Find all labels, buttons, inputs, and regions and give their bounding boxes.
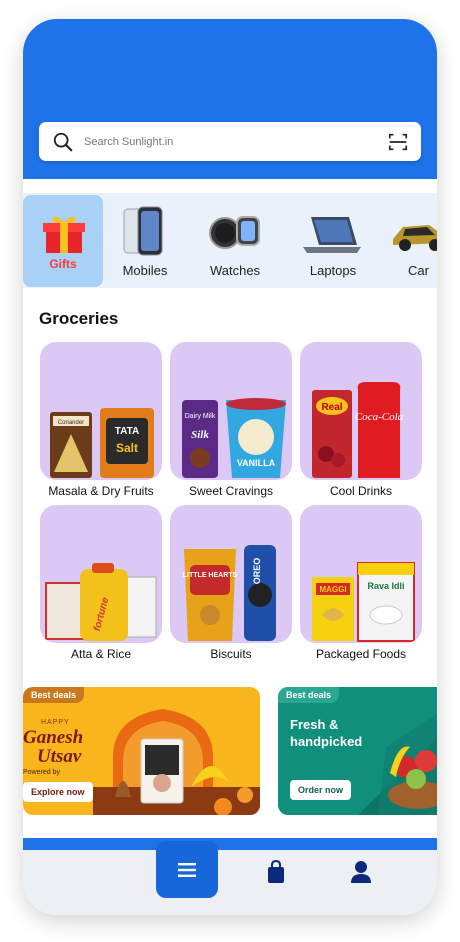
- grocery-tile-sweet-cravings[interactable]: Dairy Milk Silk VANILLA Sweet Cravings: [170, 342, 292, 498]
- bottom-nav: [23, 850, 437, 915]
- product-text: Dairy Milk: [185, 413, 216, 420]
- tile-caption: Masala & Dry Fruits: [48, 484, 154, 498]
- product-text: VANILLA: [237, 458, 276, 468]
- category-car[interactable]: Car: [383, 193, 437, 288]
- banner-powered-text: Powered by: [23, 769, 60, 776]
- product-text: Rava Idli: [367, 581, 404, 591]
- best-deals-badge: Best deals: [278, 687, 340, 703]
- search-icon[interactable]: [52, 131, 74, 153]
- category-label: Car: [408, 263, 429, 278]
- footer-strip: [23, 838, 437, 850]
- category-label: Gifts: [49, 257, 77, 271]
- category-laptops[interactable]: Laptops: [293, 193, 373, 288]
- scan-icon[interactable]: [387, 131, 409, 153]
- tile-image: fortune: [40, 505, 162, 643]
- category-label: Watches: [209, 263, 261, 278]
- best-deals-badge: Best deals: [23, 687, 85, 703]
- menu-button[interactable]: [156, 841, 218, 898]
- app-header: [23, 19, 437, 179]
- product-text: OREO: [252, 558, 262, 585]
- tile-image: Real Coca-Cola: [300, 342, 422, 480]
- biscuit-products-icon: LITTLE HEARTS OREO: [183, 545, 276, 641]
- order-now-button[interactable]: Order now: [290, 780, 352, 800]
- product-text: Real: [321, 402, 342, 413]
- grocery-tile-cool-drinks[interactable]: Real Coca-Cola Cool Drinks: [300, 342, 422, 498]
- tile-caption: Cool Drinks: [329, 484, 392, 498]
- tile-image: MAGGI Rava Idli: [300, 505, 422, 643]
- grocery-tile-packaged-foods[interactable]: MAGGI Rava Idli Packaged Foods: [300, 505, 422, 661]
- drinks-products-icon: Real Coca-Cola: [312, 382, 404, 478]
- tile-image: LITTLE HEARTS OREO: [170, 505, 292, 643]
- product-text: MAGGI: [319, 585, 346, 594]
- banner-happy-text: Happy: [41, 719, 70, 726]
- phone-frame: Gifts Mobiles Watches: [23, 19, 437, 915]
- packaged-products-icon: MAGGI Rava Idli: [312, 562, 415, 642]
- bag-icon[interactable]: [266, 860, 286, 884]
- tile-caption: Biscuits: [210, 647, 252, 661]
- banner-title-line2: handpicked: [290, 734, 363, 749]
- laptop-icon: [303, 217, 361, 253]
- car-icon: [393, 225, 437, 251]
- tile-caption: Sweet Cravings: [188, 484, 274, 498]
- grocery-tile-atta-rice[interactable]: fortune Atta & Rice: [40, 505, 162, 661]
- product-text: LITTLE HEARTS: [183, 572, 238, 579]
- ganesh-utsav-banner[interactable]: Best deals Happy Ganesh Utsav Powered by…: [23, 687, 260, 815]
- phone-icon: [123, 206, 163, 256]
- category-strip: Gifts Mobiles Watches Laptops Car: [23, 193, 437, 288]
- category-watches[interactable]: Watches: [195, 193, 275, 288]
- search-bar[interactable]: [39, 122, 421, 161]
- product-text: Coca-Cola: [355, 411, 404, 423]
- product-text: Silk: [191, 429, 209, 441]
- menu-icon: [178, 862, 196, 877]
- category-mobiles[interactable]: Mobiles: [105, 193, 185, 288]
- tile-caption: Packaged Foods: [315, 647, 407, 661]
- tile-image: Dairy Milk Silk VANILLA: [170, 342, 292, 480]
- product-text: Coriander: [58, 420, 84, 426]
- fresh-handpicked-banner[interactable]: Best deals Fresh & handpicked Order now: [278, 687, 437, 815]
- banner-utsav-text: Utsav: [37, 746, 82, 767]
- banner-title-line1: Fresh &: [290, 717, 339, 732]
- search-input[interactable]: [82, 134, 387, 149]
- chocolate-products-icon: Dairy Milk Silk VANILLA: [182, 398, 286, 478]
- user-icon[interactable]: [350, 860, 372, 884]
- tile-caption: Atta & Rice: [70, 647, 132, 661]
- category-gifts[interactable]: Gifts: [23, 195, 103, 287]
- tile-image: Coriander TATA Salt: [40, 342, 162, 480]
- category-label: Mobiles: [122, 263, 168, 278]
- masala-products-icon: Coriander TATA Salt: [50, 408, 154, 478]
- product-text: TATA: [115, 426, 139, 437]
- atta-products-icon: fortune: [45, 563, 157, 641]
- explore-now-button[interactable]: Explore now: [23, 782, 93, 802]
- groceries-title: Groceries: [39, 309, 119, 328]
- grocery-tile-masala[interactable]: Coriander TATA Salt Masala & Dry Fruits: [40, 342, 162, 498]
- watch-icon: [209, 216, 260, 249]
- product-text: Salt: [116, 441, 138, 455]
- grocery-tile-biscuits[interactable]: LITTLE HEARTS OREO Biscuits: [170, 505, 292, 661]
- gift-icon: [43, 216, 85, 253]
- category-label: Laptops: [309, 263, 357, 278]
